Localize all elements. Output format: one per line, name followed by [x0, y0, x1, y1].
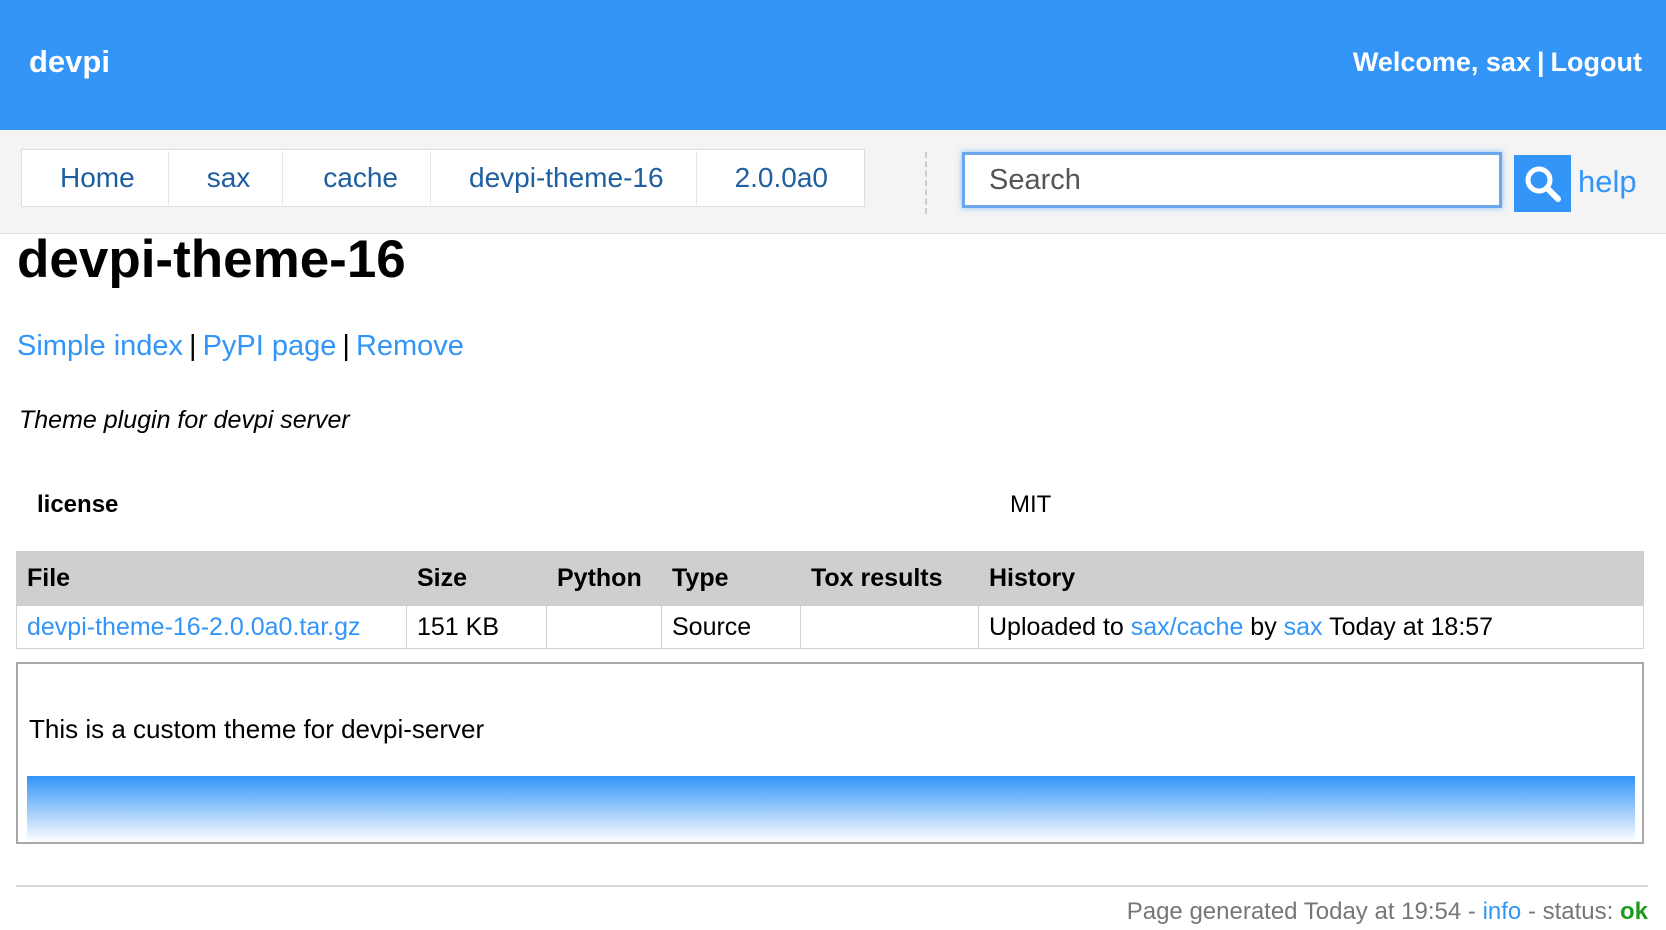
footer-divider [16, 885, 1648, 887]
status-badge: ok [1619, 898, 1648, 925]
files-table: File Size Python Type Tox results Histor… [16, 551, 1644, 649]
description-panel: This is a custom theme for devpi-server [16, 662, 1644, 844]
history-prefix: Uploaded to [989, 612, 1124, 641]
navigation-bar: Home sax cache devpi-theme-16 2.0.0a0 he… [0, 130, 1666, 234]
column-header-history: History [978, 551, 1644, 606]
column-header-python: Python [546, 551, 662, 606]
user-menu: Welcome, sax | Logout [1353, 47, 1642, 78]
footer-status-label: status: [1542, 898, 1614, 925]
metadata-license-value: MIT [1010, 491, 1052, 518]
footer-info-link[interactable]: info [1483, 898, 1522, 925]
nav-divider [925, 152, 927, 214]
history-by: by [1250, 612, 1277, 641]
help-link[interactable]: help [1578, 164, 1637, 200]
breadcrumb-project[interactable]: devpi-theme-16 [430, 150, 710, 206]
breadcrumb: Home sax cache devpi-theme-16 2.0.0a0 [21, 149, 865, 207]
link-separator: | [189, 330, 197, 362]
link-separator: | [342, 330, 350, 362]
breadcrumb-index[interactable]: cache [282, 150, 444, 206]
welcome-text: Welcome, sax [1352, 47, 1531, 77]
column-header-file: File [16, 551, 407, 606]
search-button[interactable] [1514, 155, 1571, 212]
table-row: devpi-theme-16-2.0.0a0.tar.gz 151 KB Sou… [16, 605, 1644, 649]
column-header-tox: Tox results [800, 551, 979, 606]
column-header-type: Type [661, 551, 801, 606]
files-table-header: File Size Python Type Tox results Histor… [16, 551, 1644, 606]
tox-cell [800, 605, 979, 649]
file-cell: devpi-theme-16-2.0.0a0.tar.gz [16, 605, 407, 649]
brand-link[interactable]: devpi [29, 44, 110, 80]
python-cell [546, 605, 662, 649]
page-footer: Page generated Today at 19:54 - info - s… [1127, 898, 1648, 926]
history-index-link[interactable]: sax/cache [1131, 613, 1244, 641]
remove-link[interactable]: Remove [356, 330, 464, 362]
user-menu-separator: | [1536, 47, 1545, 77]
history-time: Today at 18:57 [1329, 612, 1494, 641]
size-cell: 151 KB [406, 605, 547, 649]
column-header-size: Size [406, 551, 547, 606]
breadcrumb-version[interactable]: 2.0.0a0 [695, 150, 864, 206]
history-cell: Uploaded to sax/cache by sax Today at 18… [978, 605, 1644, 649]
breadcrumb-home[interactable]: Home [22, 150, 182, 206]
footer-dash: - [1467, 898, 1476, 925]
footer-dash: - [1527, 898, 1536, 925]
pypi-page-link[interactable]: PyPI page [203, 330, 337, 362]
description-text: This is a custom theme for devpi-server [29, 714, 485, 744]
footer-generated: Page generated Today at 19:54 [1126, 898, 1462, 925]
breadcrumb-user[interactable]: sax [167, 150, 296, 206]
history-user-link[interactable]: sax [1284, 613, 1323, 641]
file-link[interactable]: devpi-theme-16-2.0.0a0.tar.gz [27, 613, 361, 641]
simple-index-link[interactable]: Simple index [17, 330, 183, 362]
page-title: devpi-theme-16 [17, 230, 406, 289]
metadata-license-key: license [37, 491, 119, 518]
description-banner-image [27, 776, 1635, 842]
project-links: Simple index | PyPI page | Remove [17, 330, 464, 363]
logout-link[interactable]: Logout [1551, 47, 1642, 77]
magnifier-icon [1525, 166, 1561, 202]
project-summary: Theme plugin for devpi server [19, 406, 350, 434]
top-header: devpi Welcome, sax | Logout [0, 0, 1666, 130]
type-cell: Source [661, 605, 801, 649]
search-input[interactable] [962, 152, 1502, 208]
